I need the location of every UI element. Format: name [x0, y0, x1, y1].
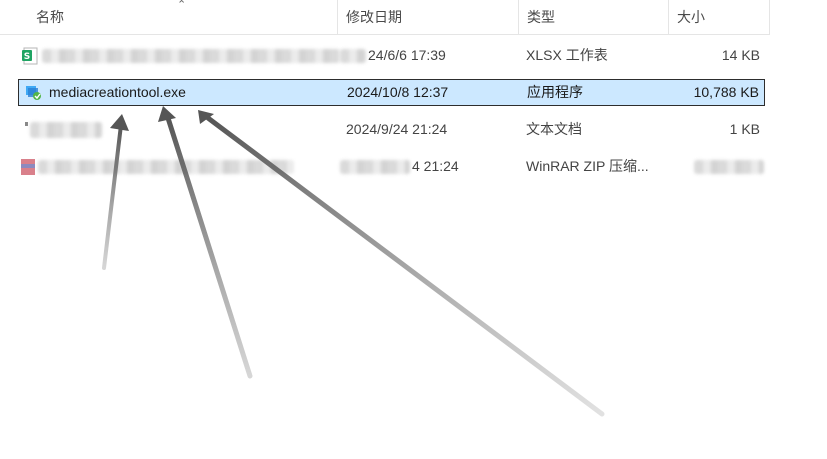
file-date: 2024/10/8 12:37 — [347, 84, 449, 100]
redacted-file-name — [42, 49, 340, 63]
file-date: 2024/9/24 21:24 — [346, 121, 448, 137]
zip-archive-icon — [21, 159, 35, 175]
file-date: 24/6/6 17:39 — [368, 47, 446, 63]
column-header-bar: ⌃ 名称 修改日期 类型 大小 — [0, 0, 770, 35]
column-header-name[interactable]: 名称 — [28, 0, 338, 34]
svg-text:S: S — [24, 52, 30, 62]
file-type: XLSX 工作表 — [526, 47, 608, 63]
annotation-arrow-middle — [158, 106, 253, 379]
file-row-mediacreationtool[interactable]: mediacreationtool.exe 2024/10/8 12:37 应用… — [18, 79, 765, 106]
media-creation-tool-icon — [26, 86, 41, 100]
column-header-size[interactable]: 大小 — [669, 0, 770, 34]
redacted-file-size — [694, 160, 764, 174]
column-header-date-modified[interactable]: 修改日期 — [338, 0, 519, 34]
file-size: 10,788 KB — [693, 84, 759, 100]
file-size: 14 KB — [721, 47, 760, 63]
redacted-date-prefix — [340, 49, 366, 63]
file-size: 1 KB — [729, 121, 760, 137]
redacted-file-name — [30, 122, 102, 138]
file-name: mediacreationtool.exe — [49, 84, 186, 100]
file-row-zip[interactable]: 4 21:24 WinRAR ZIP 压缩... — [18, 154, 765, 181]
file-date: 4 21:24 — [412, 158, 459, 174]
redacted-date-prefix — [340, 160, 410, 174]
file-row-xlsx[interactable]: S 24/6/6 17:39 XLSX 工作表 14 KB — [18, 43, 765, 70]
file-type: 文本文档 — [526, 121, 582, 137]
file-type: 应用程序 — [527, 84, 583, 100]
column-header-type[interactable]: 类型 — [519, 0, 669, 34]
file-type: WinRAR ZIP 压缩... — [526, 158, 649, 174]
redacted-file-name — [38, 160, 294, 174]
file-row-text[interactable]: 2024/9/24 21:24 文本文档 1 KB — [18, 117, 765, 144]
xlsx-file-icon: S — [22, 47, 38, 65]
